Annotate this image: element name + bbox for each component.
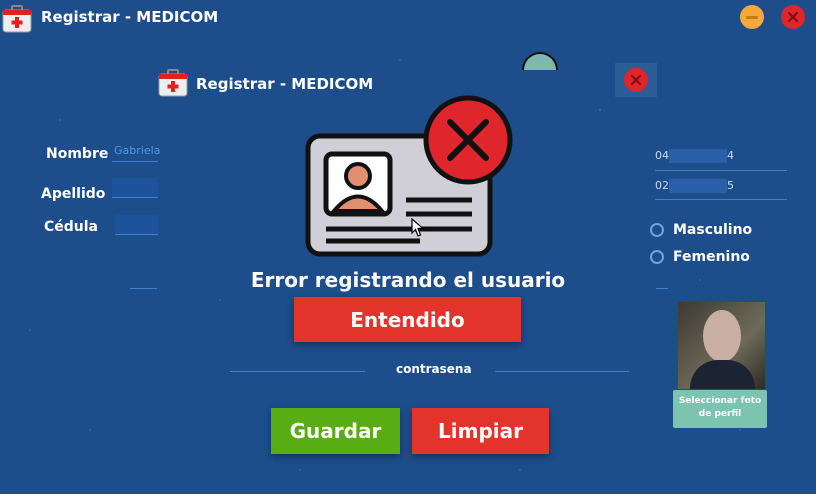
apellido-label: Apellido: [41, 186, 106, 202]
profile-photo: [678, 302, 765, 389]
radio-masculino[interactable]: Masculino: [650, 222, 752, 238]
error-message: Error registrando el usuario: [250, 268, 566, 292]
nombre-label: Nombre: [46, 146, 109, 162]
cedula-label: Cédula: [44, 219, 99, 235]
mouse-cursor-icon: [411, 218, 425, 237]
field-underline: [655, 199, 787, 200]
radio-femenino-label: Femenino: [673, 249, 750, 265]
radio-circle: [650, 223, 664, 237]
clear-button[interactable]: Limpiar: [412, 408, 549, 454]
blurred-face: [703, 310, 741, 362]
cedula-field[interactable]: [115, 215, 158, 235]
photo-body: [690, 360, 755, 389]
right-field-1-prefix: 04: [655, 149, 669, 162]
right-field-2-suffix: 5: [727, 179, 734, 192]
form-close-circle: [624, 68, 648, 92]
save-button[interactable]: Guardar: [271, 408, 400, 454]
medical-kit-icon: [2, 5, 32, 33]
select-photo-button[interactable]: Seleccionar foto de perfil: [673, 390, 767, 428]
field-underline: [656, 288, 668, 289]
window-close-button[interactable]: [781, 5, 805, 29]
decorative-shape: [522, 52, 558, 70]
password-underline-left: [230, 371, 365, 372]
right-field-2-prefix: 02: [655, 179, 669, 192]
right-field-1[interactable]: 04 4: [655, 147, 734, 165]
minimize-button[interactable]: [740, 5, 764, 29]
window-title: Registrar - MEDICOM: [41, 8, 219, 26]
field-underline: [655, 170, 787, 171]
id-card-error-icon: [305, 95, 513, 257]
minimize-icon: [746, 15, 758, 19]
right-field-2[interactable]: 02 5: [655, 177, 734, 195]
field-underline: [130, 288, 157, 289]
masked-value: [669, 179, 727, 193]
understood-button[interactable]: Entendido: [294, 297, 521, 342]
right-field-1-suffix: 4: [727, 149, 734, 162]
password-label: contrasena: [396, 362, 472, 376]
masked-value: [669, 149, 727, 163]
close-icon: [788, 12, 798, 22]
close-icon: [631, 75, 641, 85]
form-close-button[interactable]: [615, 63, 657, 97]
nombre-field[interactable]: Gabriela: [112, 142, 160, 162]
radio-femenino[interactable]: Femenino: [650, 249, 750, 265]
medical-kit-icon: [158, 69, 188, 97]
window-titlebar: Registrar - MEDICOM: [0, 0, 816, 34]
apellido-field[interactable]: [112, 178, 158, 198]
radio-circle: [650, 250, 664, 264]
password-underline-right: [495, 371, 629, 372]
radio-masculino-label: Masculino: [673, 222, 753, 238]
